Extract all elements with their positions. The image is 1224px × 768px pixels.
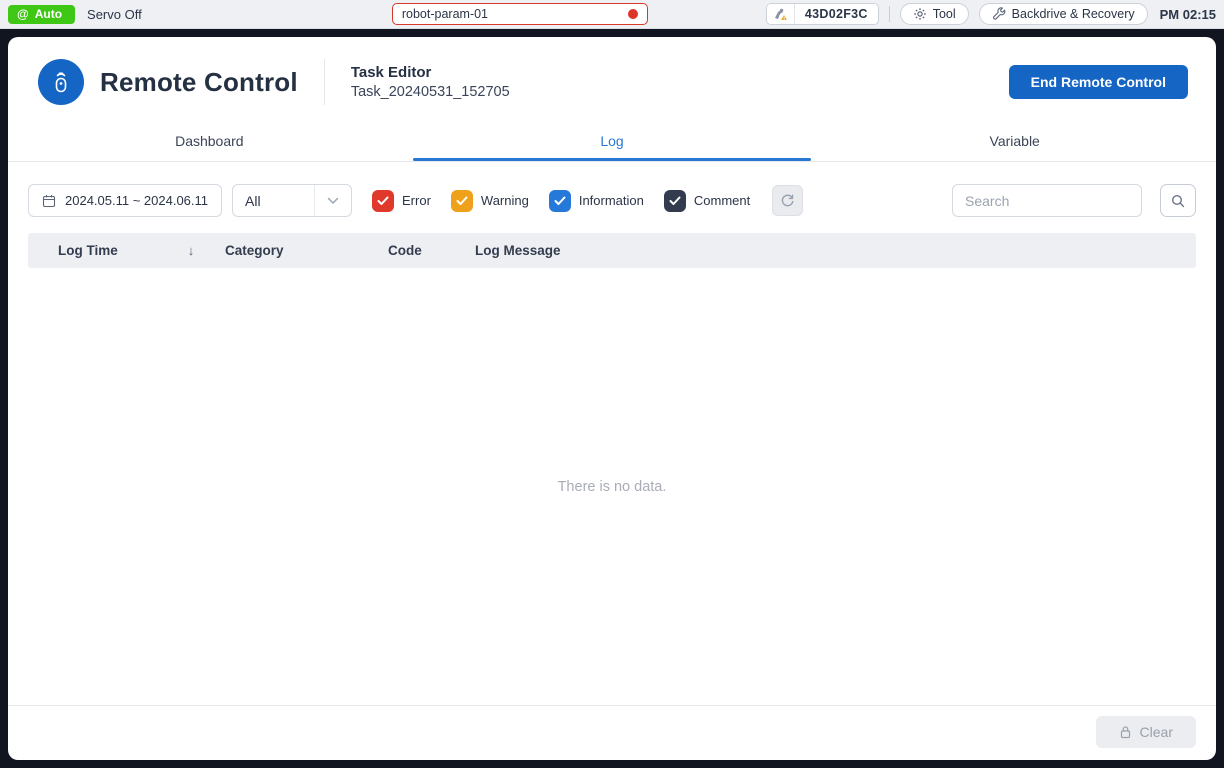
log-time-header-label: Log Time [58, 243, 118, 258]
top-system-bar: @ Auto Servo Off robot-param-01 43D02F3C [0, 0, 1224, 29]
lock-icon [1119, 725, 1132, 739]
date-range-value: 2024.05.11 ~ 2024.06.11 [65, 193, 208, 208]
log-table-body: There is no data. [8, 268, 1216, 705]
clear-button[interactable]: Clear [1096, 716, 1196, 748]
robot-warning-icon [767, 4, 795, 24]
information-checkbox-icon [549, 190, 571, 212]
backdrive-button-label: Backdrive & Recovery [1012, 7, 1135, 21]
refresh-button[interactable] [772, 185, 803, 216]
clear-button-label: Clear [1140, 724, 1173, 740]
backdrive-recovery-button[interactable]: Backdrive & Recovery [979, 3, 1148, 25]
error-checkbox-label: Error [402, 193, 431, 208]
category-select[interactable]: All [232, 184, 352, 217]
column-header-category[interactable]: Category [225, 243, 388, 258]
wrench-icon [992, 7, 1006, 21]
tab-variable[interactable]: Variable [813, 123, 1216, 161]
system-clock: PM 02:15 [1158, 7, 1216, 22]
column-header-log-time[interactable]: Log Time ↓ [28, 243, 225, 258]
robot-param-field[interactable]: robot-param-01 [392, 3, 648, 25]
filter-checkbox-information[interactable]: Information [549, 190, 644, 212]
header-divider [324, 59, 325, 105]
remote-control-panel: Remote Control Task Editor Task_20240531… [8, 37, 1216, 760]
app-title: Remote Control [100, 67, 298, 98]
auto-mode-icon: @ [17, 7, 29, 21]
log-table-header: Log Time ↓ Category Code Log Message [28, 233, 1196, 268]
filter-checkbox-warning[interactable]: Warning [451, 190, 529, 212]
warning-checkbox-label: Warning [481, 193, 529, 208]
empty-state-message: There is no data. [558, 479, 667, 495]
comment-checkbox-label: Comment [694, 193, 750, 208]
remote-control-logo-icon [38, 59, 84, 105]
column-header-code[interactable]: Code [388, 243, 475, 258]
warning-checkbox-icon [451, 190, 473, 212]
alert-dot-icon [628, 9, 638, 19]
panel-header: Remote Control Task Editor Task_20240531… [8, 37, 1216, 123]
robot-id-box[interactable]: 43D02F3C [766, 3, 879, 25]
topbar-divider [889, 6, 890, 22]
category-select-value: All [233, 185, 314, 216]
servo-status-label: Servo Off [87, 7, 142, 22]
search-button[interactable] [1160, 184, 1196, 217]
page-title: Task Editor [351, 64, 510, 81]
filter-checkbox-comment[interactable]: Comment [664, 190, 750, 212]
refresh-icon [780, 193, 795, 208]
sort-desc-icon[interactable]: ↓ [188, 243, 195, 258]
chevron-down-icon [314, 185, 351, 216]
task-info: Task Editor Task_20240531_152705 [351, 64, 510, 100]
comment-checkbox-icon [664, 190, 686, 212]
mode-badge-auto[interactable]: @ Auto [8, 5, 75, 24]
panel-footer: Clear [8, 705, 1216, 760]
tool-button[interactable]: Tool [900, 3, 969, 25]
mode-badge-label: Auto [35, 7, 62, 21]
error-checkbox-icon [372, 190, 394, 212]
search-icon [1170, 193, 1186, 209]
information-checkbox-label: Information [579, 193, 644, 208]
filter-checkbox-error[interactable]: Error [372, 190, 431, 212]
task-name: Task_20240531_152705 [351, 84, 510, 100]
log-filter-bar: 2024.05.11 ~ 2024.06.11 All Error Warnin… [8, 162, 1216, 231]
robot-param-value: robot-param-01 [402, 7, 488, 21]
calendar-icon [42, 194, 56, 208]
search-input[interactable] [952, 184, 1142, 217]
gear-icon [913, 7, 927, 21]
tab-log[interactable]: Log [411, 123, 814, 161]
tab-dashboard[interactable]: Dashboard [8, 123, 411, 161]
end-remote-control-button[interactable]: End Remote Control [1009, 65, 1188, 99]
tab-bar: Dashboard Log Variable [8, 123, 1216, 162]
robot-id-value: 43D02F3C [795, 7, 878, 21]
column-header-log-message[interactable]: Log Message [475, 243, 1196, 258]
tool-button-label: Tool [933, 7, 956, 21]
date-range-picker[interactable]: 2024.05.11 ~ 2024.06.11 [28, 184, 222, 217]
